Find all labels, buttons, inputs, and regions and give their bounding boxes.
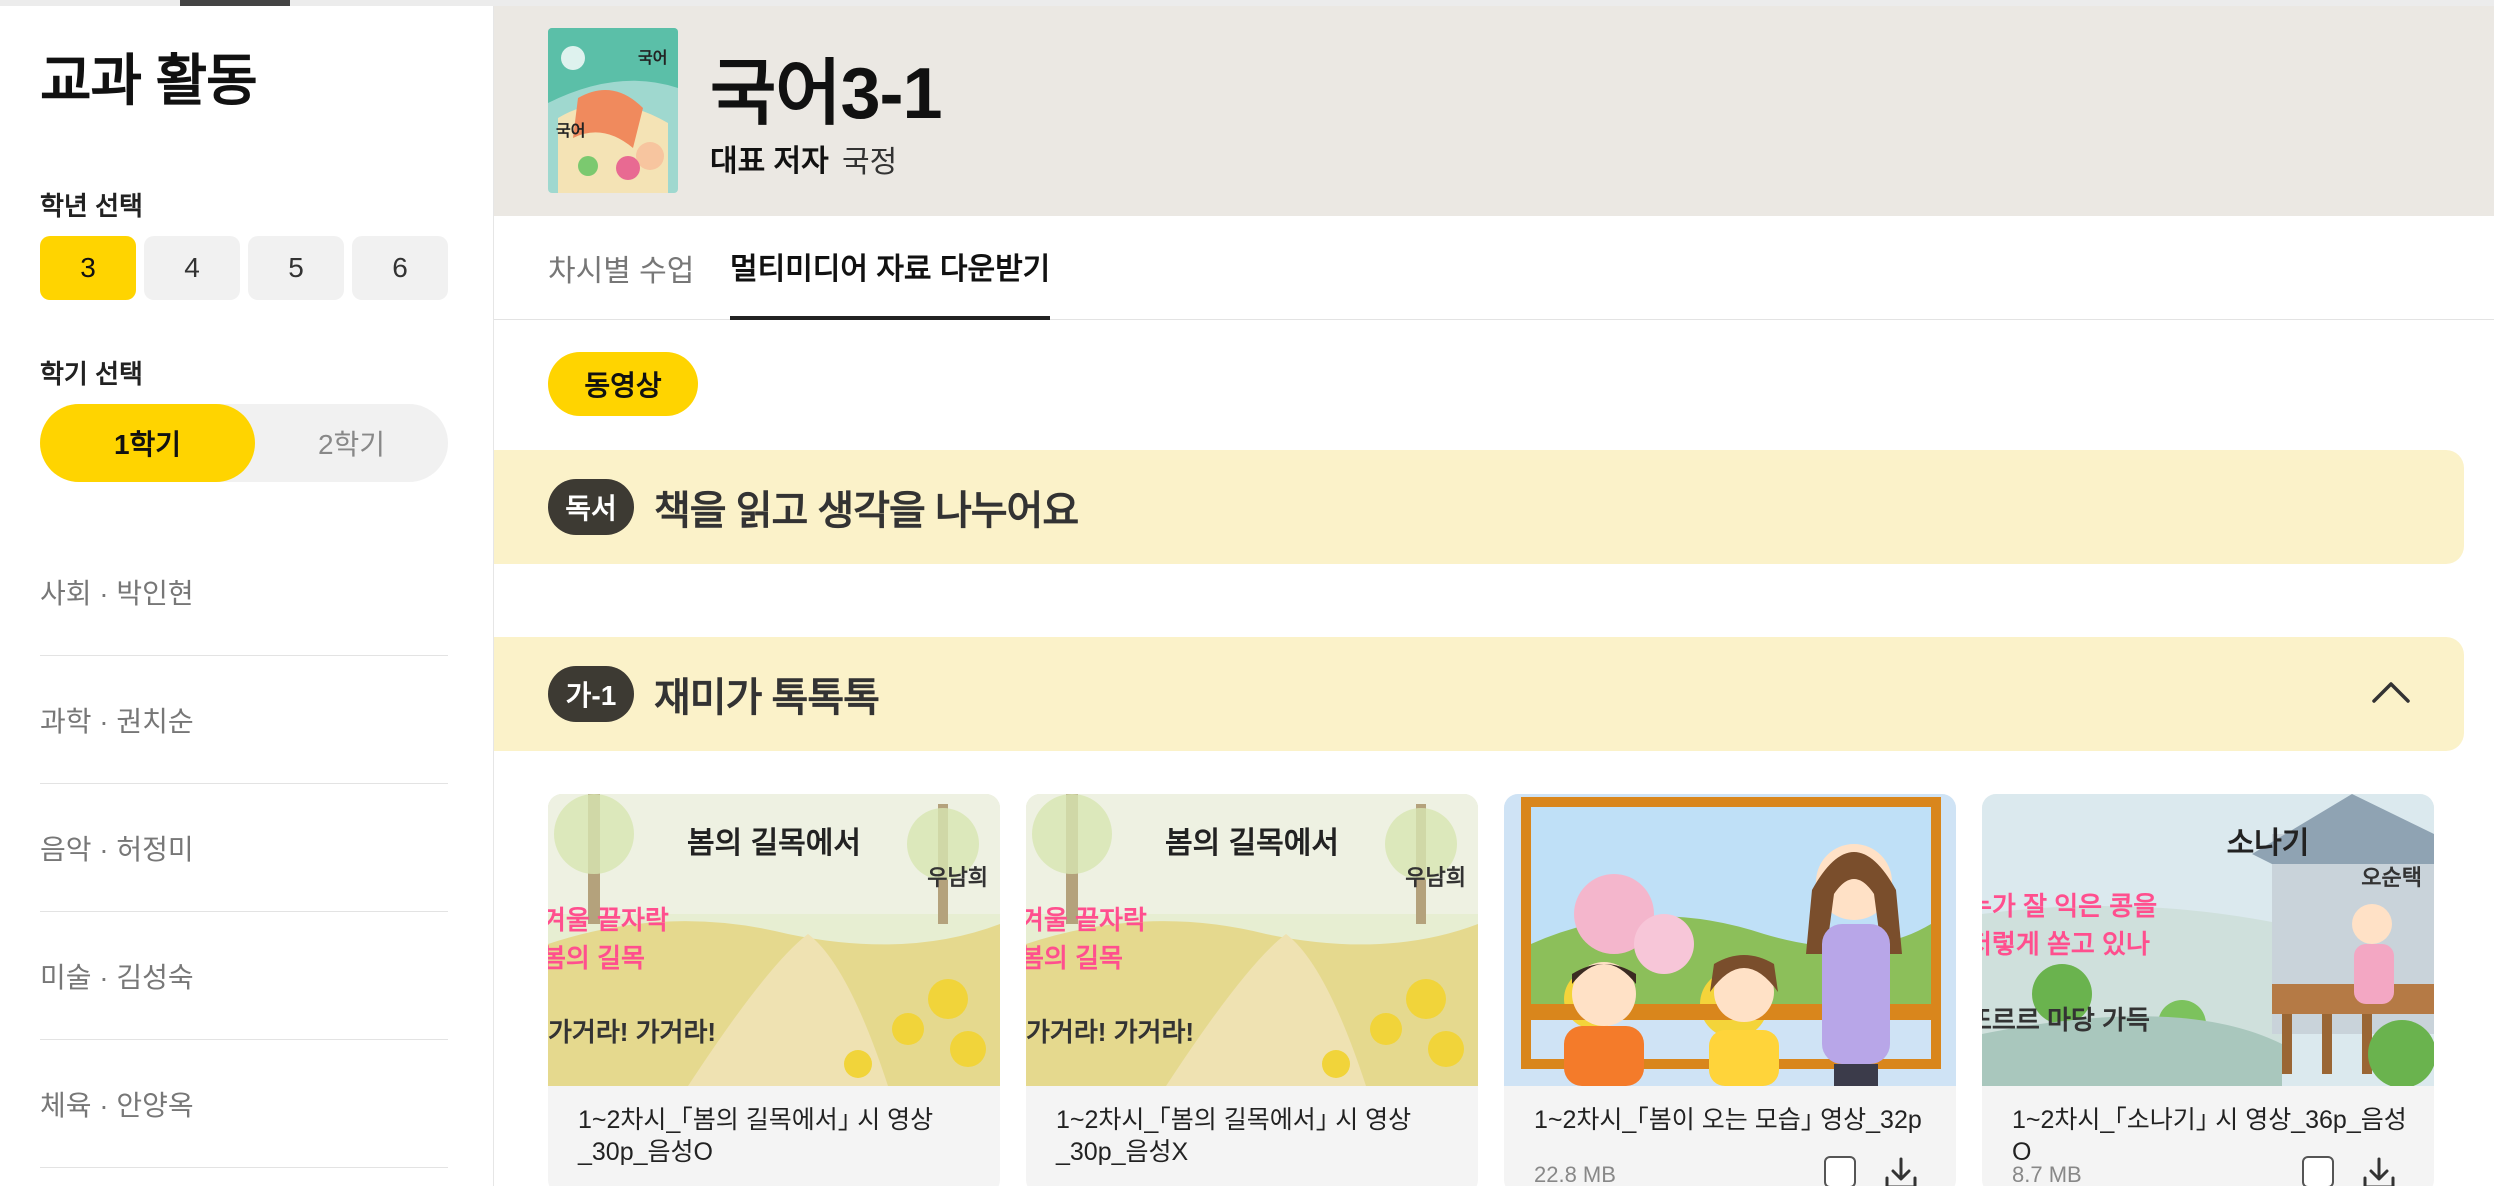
subject-item-pe[interactable]: 체육 · 안양옥: [40, 1040, 448, 1168]
thumbnail-verse: 또르르 마당 가득: [1982, 1005, 2150, 1035]
grade-button-3[interactable]: 3: [40, 236, 136, 300]
section-band-unit-1[interactable]: 가-1 재미가 톡톡톡: [494, 637, 2464, 751]
section-band-reading[interactable]: 독서 책을 읽고 생각을 나누어요: [494, 450, 2464, 564]
grade-button-5[interactable]: 5: [248, 236, 344, 300]
subject-item-social[interactable]: 사회 · 박인현: [40, 528, 448, 656]
grade-button-6[interactable]: 6: [352, 236, 448, 300]
thumbnail-author: 우남희: [927, 865, 988, 890]
subject-item-science[interactable]: 과학 · 권치순: [40, 656, 448, 784]
thumbnail-verse: 봄의 길목: [548, 943, 645, 973]
video-thumbnail: 봄의 길목에서 우남희 겨울 끝자락 봄의 길목 가거라! 가거라!: [548, 794, 1000, 1086]
card-caption: 1~2차시_｢봄의 길목에서｣ 시 영상_30p_음성O: [578, 1106, 934, 1166]
thumbnail-verse: 가거라! 가거라!: [548, 1017, 717, 1047]
semester-button-2[interactable]: 2학기: [255, 404, 448, 482]
file-size: 22.8 MB: [1534, 1162, 1616, 1186]
thumbnail-verse: 누가 잘 익은 콩을: [1982, 891, 2158, 921]
thumbnail-verse: 가거라! 가거라!: [1026, 1017, 1195, 1047]
content-tabs: 차시별 수업 멀티미디어 자료 다운받기: [494, 216, 2494, 320]
video-card[interactable]: 봄의 길목에서 우남희 겨울 끝자락 봄의 길목 가거라! 가거라! 1~2차시…: [1026, 794, 1478, 1186]
video-card[interactable]: 1~2차시_｢봄이 오는 모습｣ 영상_32p 22.8 MB: [1504, 794, 1956, 1186]
select-checkbox[interactable]: [1824, 1156, 1856, 1186]
thumbnail-title: 봄의 길목에서: [687, 827, 861, 860]
card-caption: 1~2차시_｢봄이 오는 모습｣ 영상_32p: [1534, 1106, 1922, 1134]
subject-item-art[interactable]: 미술 · 김성숙: [40, 912, 448, 1040]
tab-multimedia-download[interactable]: 멀티미디어 자료 다운받기: [730, 216, 1051, 320]
video-card[interactable]: 봄의 길목에서 우남희 겨울 끝자락 봄의 길목 가거라! 가거라! 1~2차시…: [548, 794, 1000, 1186]
thumbnail-verse: 겨울 끝자락: [1026, 905, 1147, 935]
sidebar: 교과 활동 학년 선택 3 4 5 6 학기 선택 1학기 2학기 사회 · 박…: [0, 6, 494, 1186]
sidebar-title: 교과 활동: [40, 49, 258, 112]
grade-button-4[interactable]: 4: [144, 236, 240, 300]
thumbnail-verse: 저렇게 쏟고 있나: [1982, 929, 2150, 959]
book-cover: 국어 국어: [548, 28, 678, 193]
thumbnail-title: 소나기: [2226, 827, 2310, 860]
filter-chip-video[interactable]: 동영상: [548, 352, 698, 416]
subject-item-music[interactable]: 음악 · 허정미: [40, 784, 448, 912]
thumbnail-title: 봄의 길목에서: [1165, 827, 1339, 860]
video-thumbnail: 소나기 오순택 누가 잘 익은 콩을 저렇게 쏟고 있나 또르르 마당 가득: [1982, 794, 2434, 1086]
subject-list: 사회 · 박인현 과학 · 권치순 음악 · 허정미 미술 · 김성숙 체육 ·…: [40, 528, 448, 1168]
video-thumbnail: 봄의 길목에서 우남희 겨울 끝자락 봄의 길목 가거라! 가거라!: [1026, 794, 1478, 1086]
section-badge: 독서: [548, 479, 634, 535]
cover-title-top: 국어: [638, 48, 667, 67]
video-thumbnail: [1504, 794, 1956, 1086]
book-title: 국어3-1: [710, 54, 943, 134]
grade-select-label: 학년 선택: [40, 191, 143, 221]
thumbnail-verse: 봄의 길목: [1026, 943, 1123, 973]
author-label: 대표 저자: [710, 145, 829, 178]
semester-toggle: 1학기 2학기: [40, 404, 448, 482]
section-badge: 가-1: [548, 666, 634, 722]
semester-button-1[interactable]: 1학기: [40, 404, 255, 482]
tab-lesson[interactable]: 차시별 수업: [548, 216, 694, 320]
author-value: 국정: [842, 146, 898, 179]
select-checkbox[interactable]: [2302, 1156, 2334, 1186]
section-title: 재미가 톡톡톡: [654, 676, 880, 720]
thumbnail-author: 우남희: [1405, 865, 1466, 890]
semester-select-label: 학기 선택: [40, 359, 143, 389]
grade-selector: 3 4 5 6: [40, 236, 448, 300]
section-title: 책을 읽고 생각을 나누어요: [654, 489, 1079, 533]
card-caption: 1~2차시_｢봄의 길목에서｣ 시 영상_30p_음성X: [1056, 1106, 1412, 1166]
download-icon[interactable]: [1882, 1154, 1920, 1186]
file-size: 8.7 MB: [2012, 1162, 2082, 1186]
textbook-header: 국어 국어 국어3-1 대표 저자 국정: [494, 6, 2494, 216]
download-icon[interactable]: [2360, 1154, 2398, 1186]
card-caption: 1~2차시_｢소나기｣ 시 영상_36p_음성O: [2012, 1106, 2407, 1166]
cover-title-bottom: 국어: [556, 121, 585, 140]
video-card[interactable]: 소나기 오순택 누가 잘 익은 콩을 저렇게 쏟고 있나 또르르 마당 가득 1…: [1982, 794, 2434, 1186]
thumbnail-verse: 겨울 끝자락: [548, 905, 669, 935]
chevron-up-icon[interactable]: [2368, 671, 2414, 717]
thumbnail-author: 오순택: [2361, 865, 2422, 890]
